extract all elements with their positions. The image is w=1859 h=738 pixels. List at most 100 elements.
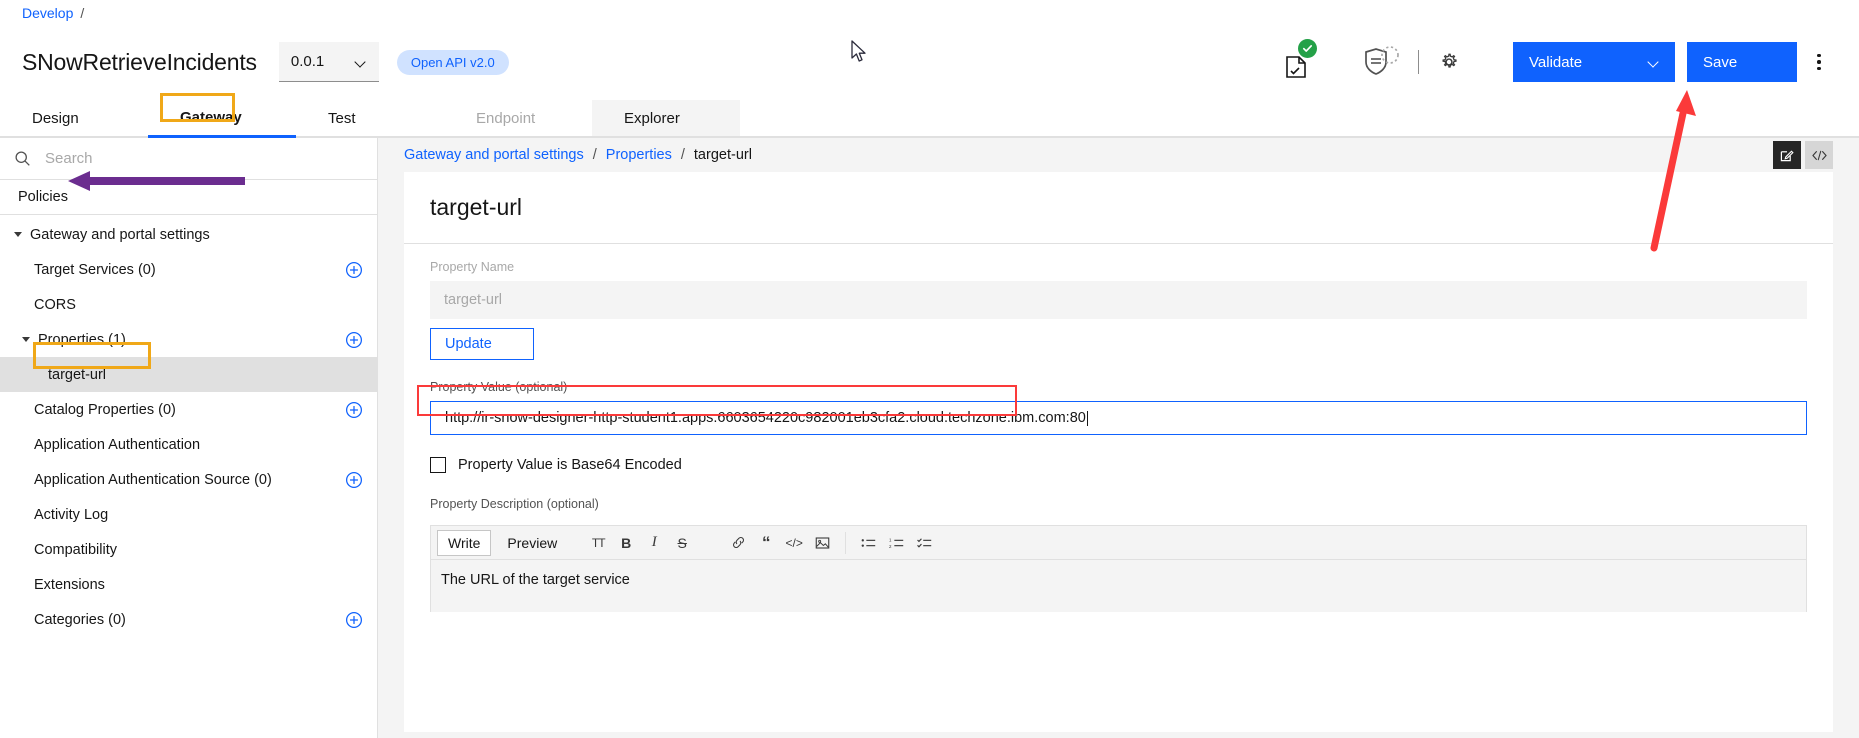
sidebar-item-properties[interactable]: Properties (1) (0, 322, 377, 357)
sidebar-item-label: Application Authentication (34, 437, 200, 453)
search-input[interactable] (45, 150, 363, 167)
shield-icon (1360, 44, 1402, 80)
property-description-field: Property Description (optional) (404, 473, 1833, 511)
source-code-view-button[interactable] (1805, 141, 1833, 169)
text-cursor (1087, 411, 1088, 426)
settings-button[interactable] (1429, 42, 1469, 82)
property-value-field: Property Value (optional) http://ir-snow… (404, 360, 1833, 435)
property-name-field: Property Name target-url Update (404, 244, 1833, 360)
chevron-down-icon (1648, 56, 1660, 68)
sidebar: Policies Gateway and portal settings Tar… (0, 138, 378, 738)
tab-gateway[interactable]: Gateway (148, 100, 296, 138)
link-icon[interactable] (725, 530, 751, 556)
main-tabs: Design Gateway Test Endpoint Explorer (0, 98, 1859, 138)
markdown-toolbar: Write Preview TT B I S (431, 526, 1806, 560)
breadcrumb-develop-link[interactable]: Develop (22, 5, 73, 21)
edit-form-view-button[interactable] (1773, 141, 1801, 169)
property-panel: target-url Property Name target-url Upda… (404, 172, 1833, 732)
markdown-content[interactable]: The URL of the target service (431, 560, 1806, 612)
breadcrumb-gateway-portal-settings[interactable]: Gateway and portal settings (404, 147, 584, 163)
toolbar-divider (845, 532, 846, 554)
kebab-dot (1817, 60, 1821, 64)
sidebar-item-label: target-url (48, 367, 106, 383)
tab-test[interactable]: Test (296, 100, 444, 138)
bulleted-list-icon[interactable] (856, 530, 882, 556)
strikethrough-icon[interactable]: S (669, 530, 695, 556)
add-catalog-property-icon[interactable] (345, 401, 363, 419)
property-name-label: Property Name (430, 260, 1807, 274)
sidebar-item-policies[interactable]: Policies (0, 180, 377, 215)
sidebar-item-label: Policies (18, 189, 68, 205)
editor-tab-write[interactable]: Write (437, 530, 491, 556)
save-button[interactable]: Save (1687, 42, 1797, 82)
update-button[interactable]: Update (430, 328, 534, 360)
overflow-menu-button[interactable] (1801, 42, 1837, 82)
svg-text:2: 2 (889, 543, 892, 548)
sidebar-item-compatibility[interactable]: Compatibility (0, 532, 377, 567)
kebab-dot (1817, 67, 1821, 71)
sidebar-item-categories[interactable]: Categories (0) (0, 602, 377, 637)
tab-explorer[interactable]: Explorer (592, 100, 740, 138)
sidebar-item-application-authentication[interactable]: Application Authentication (0, 427, 377, 462)
page-title: target-url (404, 194, 1833, 243)
sidebar-group-gateway-portal-settings[interactable]: Gateway and portal settings (0, 217, 377, 252)
security-definitions-button[interactable] (1354, 42, 1408, 82)
add-target-service-icon[interactable] (345, 261, 363, 279)
sidebar-item-label: Extensions (34, 577, 105, 593)
sidebar-item-catalog-properties[interactable]: Catalog Properties (0) (0, 392, 377, 427)
breadcrumb-current: target-url (694, 147, 752, 163)
property-value-label: Property Value (optional) (430, 380, 1807, 394)
sidebar-item-target-services[interactable]: Target Services (0) (0, 252, 377, 287)
add-category-icon[interactable] (345, 611, 363, 629)
validate-dropdown-button[interactable] (1633, 42, 1675, 82)
version-dropdown[interactable]: 0.0.1 (279, 42, 379, 82)
sidebar-search[interactable] (0, 138, 377, 180)
chevron-down-icon (355, 56, 367, 68)
editor-tab-preview[interactable]: Preview (497, 531, 567, 555)
sidebar-item-target-url[interactable]: target-url (0, 357, 377, 392)
sidebar-item-activity-log[interactable]: Activity Log (0, 497, 377, 532)
main-content: Gateway and portal settings / Properties… (378, 138, 1859, 738)
quote-icon[interactable]: “ (753, 530, 779, 556)
property-name-input: target-url (430, 281, 1807, 319)
numbered-list-icon[interactable]: 1 2 (884, 530, 910, 556)
content-breadcrumb: Gateway and portal settings / Properties… (378, 138, 1859, 172)
task-list-icon[interactable] (912, 530, 938, 556)
markdown-tools: TT B I S “ </ (585, 530, 938, 556)
sidebar-item-extensions[interactable]: Extensions (0, 567, 377, 602)
sidebar-item-cors[interactable]: CORS (0, 287, 377, 322)
sidebar-item-label: Properties (1) (38, 332, 126, 348)
property-value-input[interactable]: http://ir-snow-designer-http-student1.ap… (430, 401, 1807, 435)
sidebar-group-label: Gateway and portal settings (30, 227, 210, 243)
base64-label: Property Value is Base64 Encoded (458, 457, 682, 473)
sidebar-item-label: Compatibility (34, 542, 117, 558)
api-title: SNowRetrieveIncidents (22, 49, 257, 76)
version-value: 0.0.1 (291, 53, 324, 70)
italic-icon[interactable]: I (641, 530, 667, 556)
image-icon[interactable] (809, 530, 835, 556)
property-value-text: http://ir-snow-designer-http-student1.ap… (445, 410, 1086, 426)
base64-checkbox[interactable] (430, 457, 446, 473)
code-icon[interactable]: </> (781, 530, 807, 556)
api-header: SNowRetrieveIncidents 0.0.1 Open API v2.… (0, 26, 1859, 98)
bold-icon[interactable]: B (613, 530, 639, 556)
document-status-button[interactable] (1278, 42, 1318, 82)
add-app-auth-source-icon[interactable] (345, 471, 363, 489)
sidebar-item-label: Activity Log (34, 507, 108, 523)
sidebar-item-label: Target Services (0) (34, 262, 156, 278)
breadcrumb-separator: / (681, 147, 685, 163)
base64-checkbox-row[interactable]: Property Value is Base64 Encoded (404, 435, 1833, 473)
app-window: Develop / SNowRetrieveIncidents 0.0.1 Op… (0, 0, 1859, 738)
add-property-icon[interactable] (345, 331, 363, 349)
validate-button[interactable]: Validate (1513, 42, 1633, 82)
sidebar-item-application-authentication-source[interactable]: Application Authentication Source (0) (0, 462, 377, 497)
code-brackets-icon (1811, 148, 1828, 163)
heading-tt-icon[interactable]: TT (585, 530, 611, 556)
green-check-badge (1298, 39, 1317, 58)
breadcrumb-properties[interactable]: Properties (606, 147, 672, 163)
page-body: Policies Gateway and portal settings Tar… (0, 138, 1859, 738)
spec-badge: Open API v2.0 (397, 50, 509, 75)
top-breadcrumb: Develop / (0, 0, 1859, 26)
tab-design[interactable]: Design (0, 100, 148, 138)
caret-down-icon (14, 232, 22, 237)
